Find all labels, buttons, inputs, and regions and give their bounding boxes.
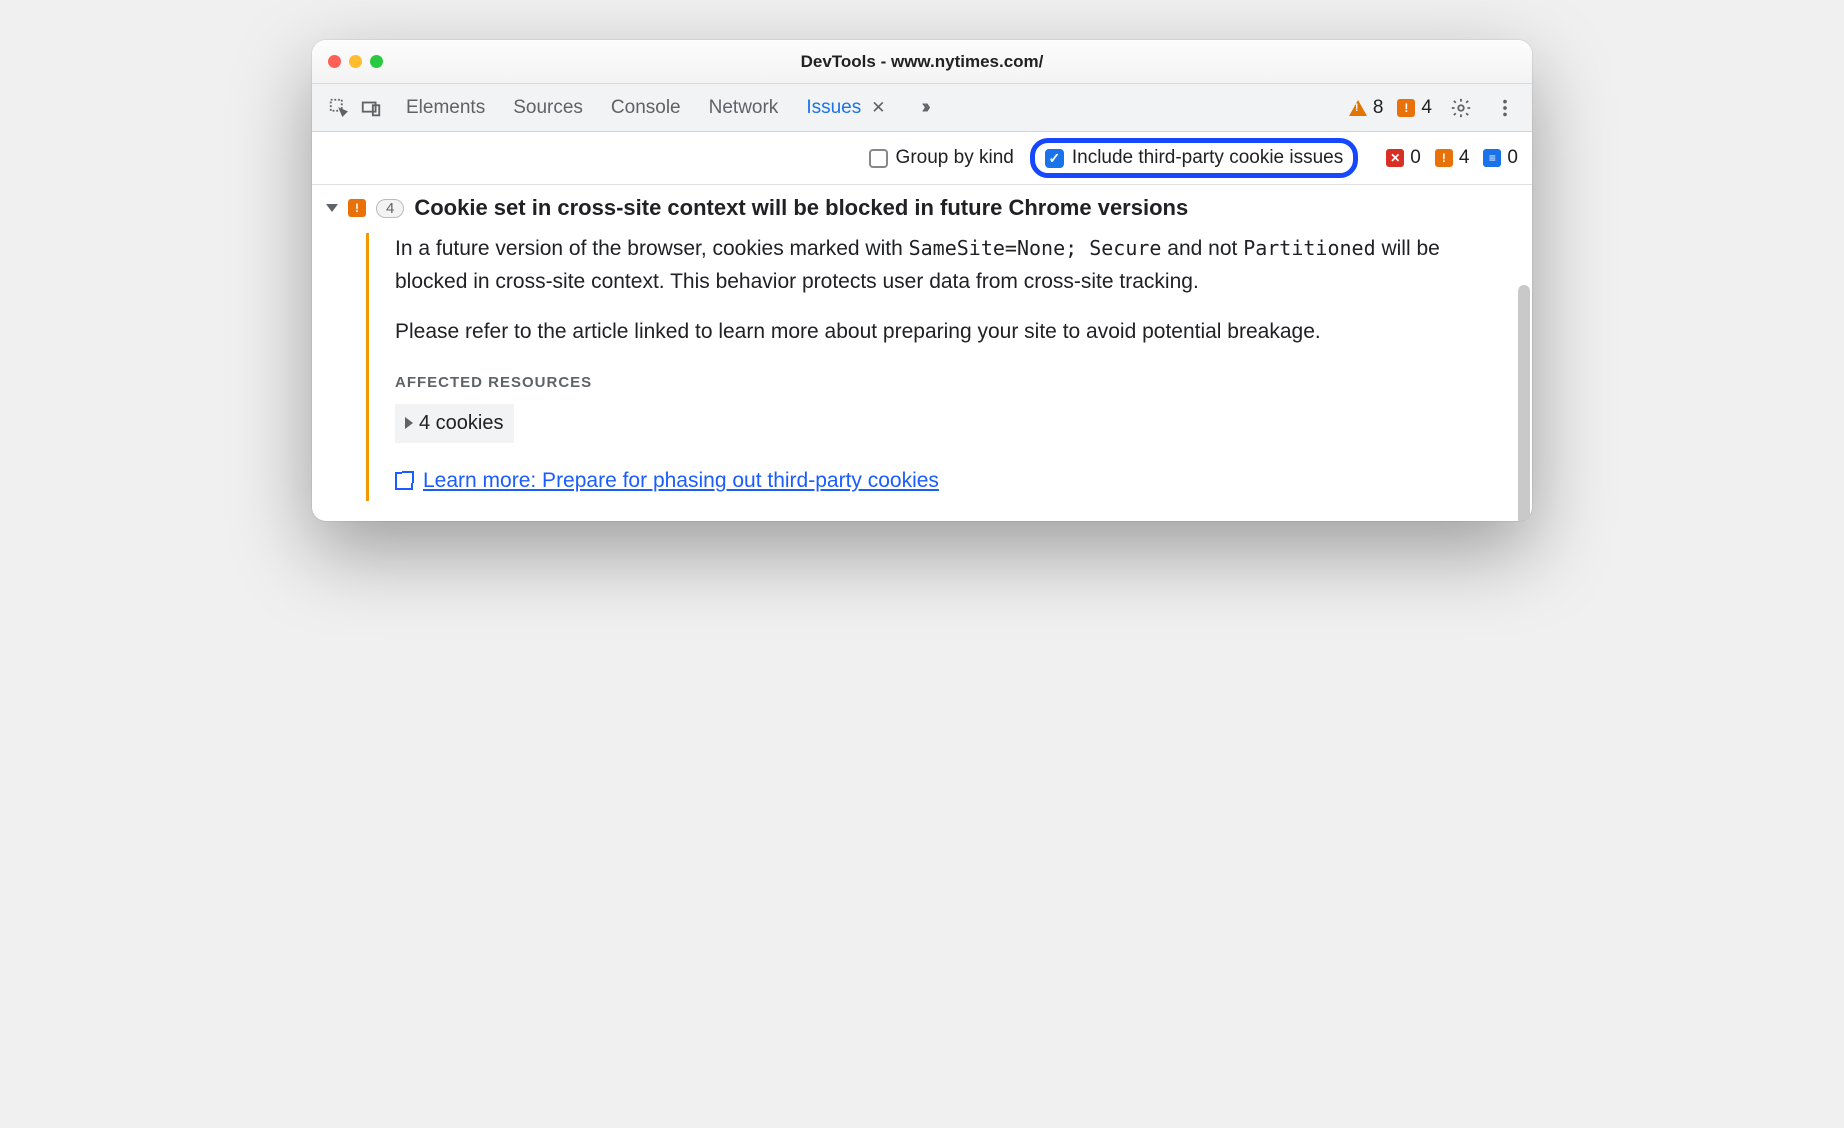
code-samesite: SameSite=None; Secure — [909, 236, 1162, 260]
breaking-change-icon: ! — [1435, 149, 1453, 167]
issue-title: Cookie set in cross-site context will be… — [414, 195, 1188, 221]
breaking-change-icon: ! — [348, 199, 366, 217]
tab-issues[interactable]: Issues ✕ — [806, 97, 885, 119]
issue-occurrence-count: 4 — [376, 199, 404, 218]
toolbar-right: 8 ! 4 — [1349, 93, 1520, 123]
tab-console[interactable]: Console — [611, 97, 681, 119]
chevron-right-icon — [405, 417, 413, 429]
more-tabs-icon[interactable]: ›› — [921, 96, 926, 119]
settings-icon[interactable] — [1446, 93, 1476, 123]
tab-issues-label: Issues — [806, 97, 861, 119]
include-third-party-checkbox[interactable]: Include third-party cookie issues — [1045, 147, 1343, 169]
checkbox-checked-icon — [1045, 149, 1064, 168]
breaking-filter-count: 4 — [1459, 147, 1470, 169]
more-options-icon[interactable] — [1490, 93, 1520, 123]
maximize-window-button[interactable] — [370, 55, 383, 68]
affected-resources-text: 4 cookies — [419, 408, 504, 439]
warnings-count: 8 — [1373, 97, 1384, 119]
issue-body: In a future version of the browser, cook… — [366, 233, 1518, 501]
group-by-kind-checkbox[interactable]: Group by kind — [869, 147, 1014, 169]
scrollbar[interactable] — [1518, 285, 1530, 521]
breaking-count-badge[interactable]: ! 4 — [1435, 147, 1470, 169]
devtools-window: DevTools - www.nytimes.com/ Elements Sou… — [312, 40, 1532, 521]
errors-count-badge[interactable]: ✕ 0 — [1386, 147, 1421, 169]
window-titlebar: DevTools - www.nytimes.com/ — [312, 40, 1532, 84]
checkbox-unchecked-icon — [869, 149, 888, 168]
issue-header[interactable]: ! 4 Cookie set in cross-site context wil… — [326, 195, 1518, 221]
minimize-window-button[interactable] — [349, 55, 362, 68]
tab-sources[interactable]: Sources — [513, 97, 583, 119]
inspect-element-icon[interactable] — [324, 93, 354, 123]
group-by-kind-label: Group by kind — [896, 147, 1014, 169]
errors-count: 0 — [1410, 147, 1421, 169]
learn-more-link[interactable]: Learn more: Prepare for phasing out thir… — [395, 465, 939, 498]
scrollbar-thumb[interactable] — [1518, 285, 1530, 521]
error-icon: ✕ — [1386, 149, 1404, 167]
issue-paragraph-1: In a future version of the browser, cook… — [395, 233, 1518, 298]
close-tab-icon[interactable]: ✕ — [871, 98, 885, 118]
close-window-button[interactable] — [328, 55, 341, 68]
include-third-party-label: Include third-party cookie issues — [1072, 147, 1343, 169]
issues-filter-bar: Group by kind Include third-party cookie… — [312, 132, 1532, 185]
tab-network[interactable]: Network — [709, 97, 779, 119]
tab-strip: Elements Sources Console Network Issues … — [406, 96, 927, 119]
chevron-down-icon — [326, 204, 338, 212]
external-link-icon — [395, 472, 413, 490]
code-partitioned: Partitioned — [1243, 236, 1375, 260]
issue-kind-counts: ✕ 0 ! 4 ≡ 0 — [1386, 147, 1518, 169]
issue-item: ! 4 Cookie set in cross-site context wil… — [312, 185, 1532, 521]
traffic-lights — [328, 55, 383, 68]
issue-paragraph-2: Please refer to the article linked to le… — [395, 316, 1518, 349]
warning-triangle-icon — [1349, 100, 1367, 116]
main-toolbar: Elements Sources Console Network Issues … — [312, 84, 1532, 132]
issues-content: ! 4 Cookie set in cross-site context wil… — [312, 185, 1532, 521]
affected-resources-toggle[interactable]: 4 cookies — [395, 404, 514, 443]
tab-elements[interactable]: Elements — [406, 97, 485, 119]
breaking-count: 4 — [1421, 97, 1432, 119]
window-title: DevTools - www.nytimes.com/ — [312, 52, 1532, 72]
info-icon: ≡ — [1483, 149, 1501, 167]
warnings-badge[interactable]: 8 — [1349, 97, 1384, 119]
device-toolbar-icon[interactable] — [356, 93, 386, 123]
info-count-badge[interactable]: ≡ 0 — [1483, 147, 1518, 169]
affected-resources-label: AFFECTED RESOURCES — [395, 371, 1518, 394]
learn-more-text: Learn more: Prepare for phasing out thir… — [423, 465, 939, 498]
breaking-badge[interactable]: ! 4 — [1397, 97, 1432, 119]
info-count: 0 — [1507, 147, 1518, 169]
breaking-change-icon: ! — [1397, 99, 1415, 117]
annotation-highlight: Include third-party cookie issues — [1030, 138, 1358, 178]
